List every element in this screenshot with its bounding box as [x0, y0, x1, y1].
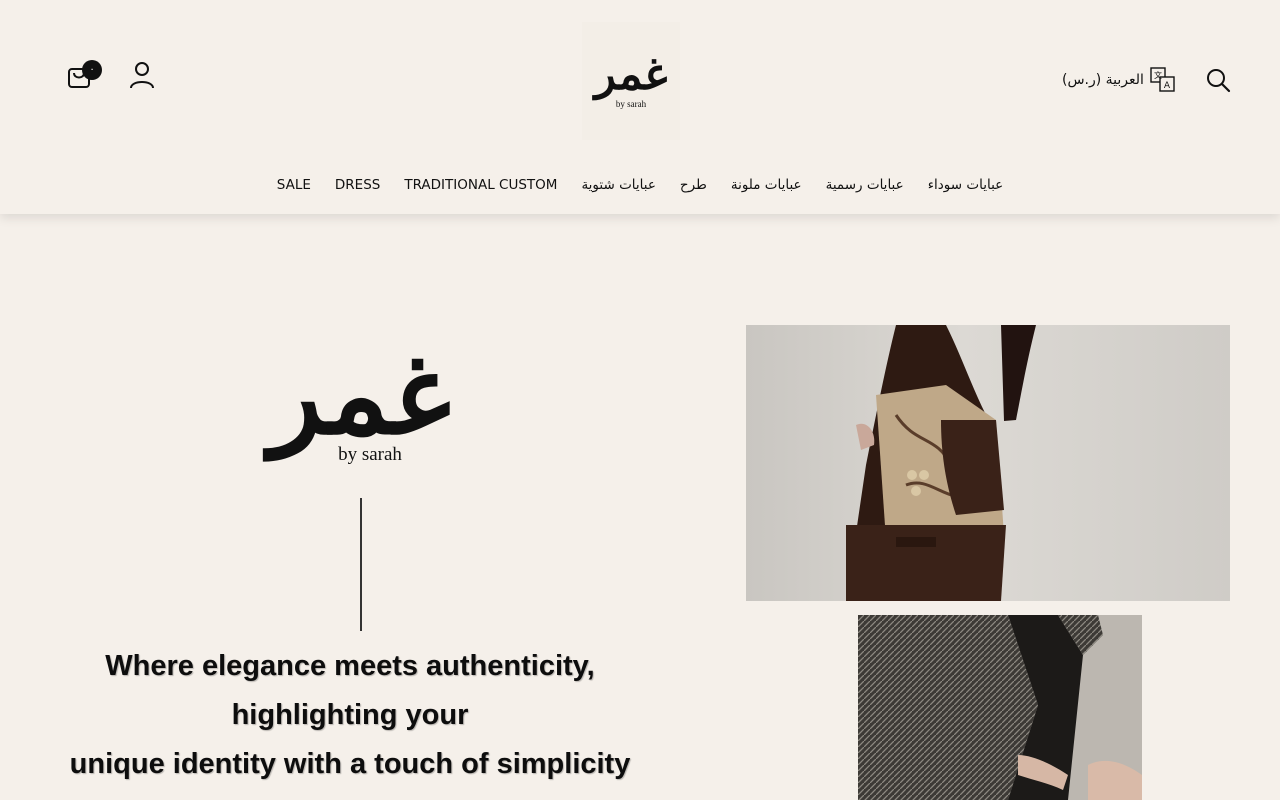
account-button[interactable] — [126, 59, 158, 91]
hero-brand-arabic: غمر — [269, 330, 455, 459]
language-currency-selector[interactable]: A 文 العربية (ر.س) — [1062, 66, 1176, 94]
hero-tagline-line-1: Where elegance meets authenticity, highl… — [105, 650, 595, 731]
hero-banner-text[interactable]: غمر by sarah Where elegance meets authen… — [20, 330, 680, 800]
logo-arabic: غمر — [594, 49, 668, 100]
product-photo-tweed-abaya[interactable] — [858, 615, 1142, 800]
nav-item-traditional-custom[interactable]: TRADITIONAL CUSTOM — [404, 177, 557, 193]
logo-sub: by sarah — [615, 99, 647, 109]
search-icon — [1207, 69, 1231, 93]
main-navigation: عبايات سوداء عبايات رسمية عبايات ملونة ط… — [0, 172, 1280, 198]
nav-item-sale[interactable]: SALE — [277, 177, 311, 193]
nav-item-formal-abayas[interactable]: عبايات رسمية — [826, 177, 904, 193]
site-logo[interactable]: غمر by sarah — [582, 22, 680, 140]
translate-icon: A 文 — [1150, 67, 1175, 92]
hero-tagline-line-2: unique identity with a touch of simplici… — [69, 748, 631, 780]
divider-line — [360, 498, 362, 631]
nav-item-black-abayas[interactable]: عبايات سوداء — [928, 177, 1004, 193]
user-icon — [130, 62, 154, 89]
search-button[interactable] — [1202, 64, 1234, 96]
svg-text:A: A — [1164, 81, 1171, 91]
product-photo-brown-abaya[interactable] — [746, 325, 1230, 601]
hero-tagline: Where elegance meets authenticity, highl… — [20, 642, 680, 789]
hero-brand-sub: by sarah — [338, 444, 402, 465]
language-label: العربية (ر.س) — [1062, 72, 1144, 88]
hero-brand-mark: غمر by sarah — [260, 340, 460, 500]
svg-text:文: 文 — [1154, 70, 1162, 80]
nav-item-colored-abayas[interactable]: عبايات ملونة — [731, 177, 802, 193]
cart-count-badge: ٠ — [82, 60, 102, 80]
nav-item-scarves[interactable]: طرح — [680, 177, 707, 193]
nav-item-winter-abayas[interactable]: عبايات شتوية — [581, 177, 655, 193]
brown-abaya-illustration — [846, 325, 1036, 601]
site-header: A 文 العربية (ر.س) غمر by sarah ٠ عبايات … — [0, 0, 1280, 214]
tweed-abaya-illustration — [858, 615, 1142, 800]
nav-item-dress[interactable]: DRESS — [335, 177, 380, 193]
